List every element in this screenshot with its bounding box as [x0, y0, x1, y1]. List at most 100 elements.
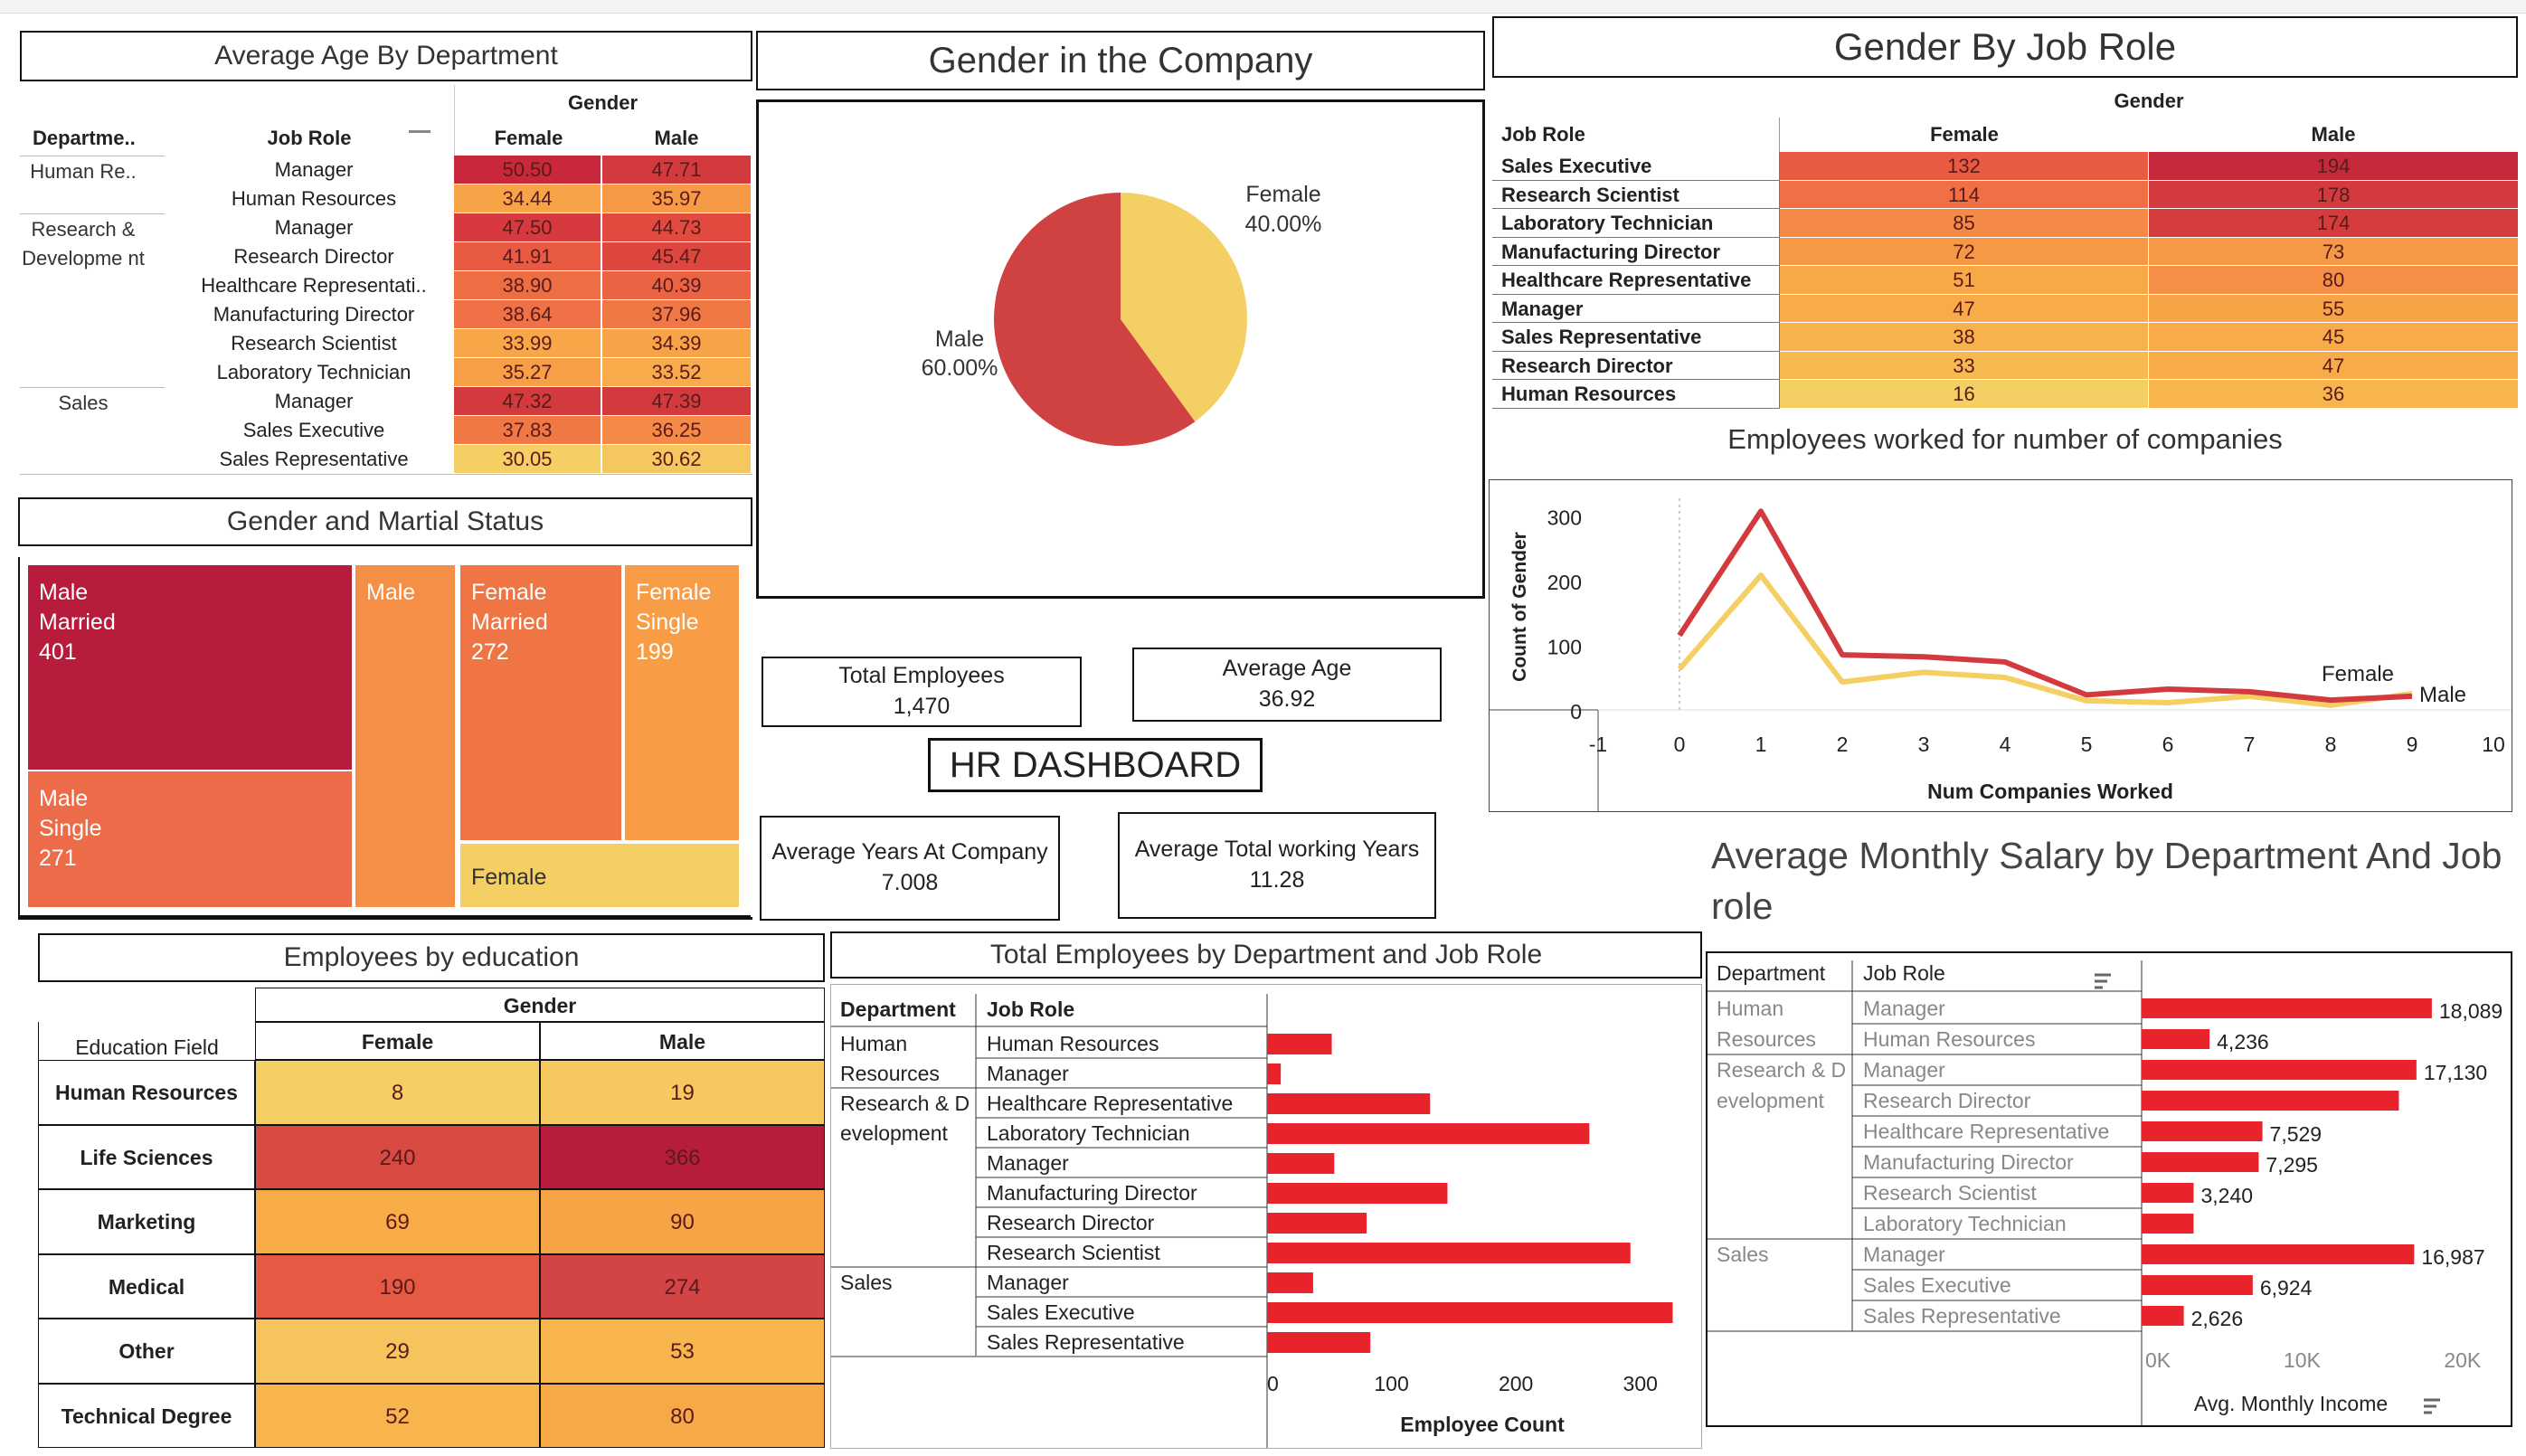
avg-age-job: Sales Executive [242, 419, 385, 441]
bar [1267, 1153, 1335, 1174]
bar-value-label: 6,924 [2260, 1276, 2313, 1300]
avg-age-male-cell: 34.39 [602, 329, 751, 358]
sort-icon [409, 130, 430, 147]
gender-marital-title: Gender and Martial Status [18, 497, 752, 546]
pie-label-female: Female [1245, 182, 1320, 207]
education-male-cell: 366 [540, 1124, 825, 1189]
avg-age-male-cell: 47.39 [602, 387, 751, 416]
x-tick-label: 9 [2407, 733, 2418, 756]
y-tick-label: 200 [1547, 571, 1582, 594]
gender-job-female-cell: 38 [1780, 323, 2149, 352]
col-job-role-header: Job Role [1863, 961, 1945, 985]
avg-age-col-department: Departme.. [33, 127, 136, 149]
gender-job-title: Gender By Job Role [1492, 16, 2518, 78]
gender-pie-chart: Female 40.00% Male 60.00% [922, 182, 1322, 446]
bar-value-label: 7,529 [2270, 1122, 2323, 1146]
department-label: Sales [840, 1271, 893, 1294]
education-col-male: Male [540, 1022, 825, 1060]
gender-job-gender-header: Gender [2114, 90, 2184, 112]
bar-value-label: 17,130 [2424, 1061, 2487, 1084]
gender-job-col-female: Female [1930, 123, 1999, 146]
col-department-header: Department [840, 997, 956, 1021]
job-role-label: Research Director [1863, 1089, 2031, 1112]
job-role-label: Sales Representative [1863, 1304, 2061, 1328]
education-table: Gender Education Field Female Male Human Res… [38, 988, 825, 1449]
treemap-bottom-rule [18, 917, 752, 920]
gender-job-role: Human Resources [1492, 380, 1780, 409]
education-field: Human Resources [38, 1060, 255, 1125]
pie-value-female: 40.00% [1245, 212, 1322, 237]
salary-title: Average Monthly Salary by Department And… [1711, 830, 2507, 939]
education-female-cell: 240 [255, 1124, 540, 1189]
x-tick-label: 2 [1837, 733, 1849, 756]
gender-job-role: Healthcare Representative [1492, 266, 1780, 295]
gender-job-role: Sales Representative [1492, 323, 1780, 352]
hr-dashboard-title-text: HR DASHBOARD [949, 744, 1242, 785]
gender-company-title: Gender in the Company [756, 31, 1485, 90]
kpi-average-age-label: Average Age [1222, 656, 1352, 682]
bar [2142, 1029, 2210, 1049]
avg-age-job: Manager [274, 158, 354, 181]
bar [2142, 1152, 2259, 1172]
avg-age-female-cell: 33.99 [454, 329, 602, 358]
avg-age-male-cell: 35.97 [602, 184, 751, 213]
gender-job-female-cell: 72 [1780, 237, 2149, 266]
x-tick-label: 300 [1623, 1372, 1658, 1395]
gender-job-role: Manufacturing Director [1492, 237, 1780, 266]
avg-age-male-cell: 37.96 [602, 300, 751, 329]
x-tick-label: 0K [2145, 1348, 2171, 1372]
bar [1267, 1332, 1371, 1353]
gender-job-role: Laboratory Technician [1492, 209, 1780, 238]
job-role-label: Human Resources [1863, 1027, 2035, 1051]
x-axis-title: Avg. Monthly Income [2194, 1392, 2388, 1415]
bar [1267, 1243, 1631, 1263]
treemap-cell-label: Single [636, 610, 699, 635]
bar [2142, 998, 2432, 1018]
treemap-cell: Male Married 401 [27, 564, 353, 771]
top-toolbar-strip [0, 0, 2526, 14]
avg-age-col-male: Male [654, 127, 699, 149]
avg-age-female-cell: 34.44 [454, 184, 602, 213]
bar [2142, 1306, 2184, 1326]
education-field: Technical Degree [38, 1383, 255, 1448]
gender-job-male-cell: 174 [2149, 209, 2518, 238]
kpi-avg-total-working: Average Total working Years 11.28 [1118, 812, 1436, 919]
education-gender-header: Gender [255, 988, 825, 1022]
avg-age-title: Average Age By Department [20, 31, 752, 81]
x-tick-label: 100 [1374, 1372, 1408, 1395]
gender-job-role: Manager [1492, 294, 1780, 323]
job-role-label: Manufacturing Director [987, 1181, 1197, 1205]
gender-job-col-job-role: Job Role [1492, 118, 1780, 152]
bar-value-label: 2,626 [2191, 1307, 2244, 1330]
table-bottom-rule [20, 474, 752, 475]
gender-job-female-cell: 33 [1780, 351, 2149, 380]
x-tick-label: 8 [2325, 733, 2337, 756]
salary-title-text: Average Monthly Salary by Department And… [1711, 835, 2502, 927]
gender-job-male-cell: 194 [2149, 152, 2518, 181]
education-field: Other [38, 1319, 255, 1384]
job-role-label: Manager [987, 1062, 1069, 1085]
avg-age-female-cell: 47.50 [454, 213, 602, 242]
gender-job-table: Gender Job Role Female Male Sales Executive 1… [1492, 83, 2518, 411]
kpi-avg-years-company-label: Average Years At Company [771, 839, 1048, 865]
companies-chart-title: Employees worked for number of companies [1492, 423, 2518, 465]
avg-age-male-cell: 44.73 [602, 213, 751, 242]
education-male-cell: 274 [540, 1253, 825, 1319]
avg-age-job: Manager [274, 216, 354, 239]
education-male-cell: 90 [540, 1189, 825, 1254]
bar [1267, 1213, 1367, 1234]
avg-age-female-cell: 38.90 [454, 271, 602, 300]
education-col-female: Female [255, 1022, 540, 1060]
avg-age-male-cell: 45.47 [602, 242, 751, 271]
bar [1267, 1034, 1332, 1054]
treemap-cell-label: Single [39, 816, 102, 841]
gender-job-female-cell: 47 [1780, 294, 2149, 323]
bar-value-label: 4,236 [2217, 1030, 2269, 1054]
gender-job-col-male: Male [2311, 123, 2356, 146]
group-divider [20, 387, 165, 388]
job-role-label: Manager [987, 1151, 1069, 1175]
department-label: Research & D [840, 1092, 970, 1115]
x-tick-label: 200 [1499, 1372, 1533, 1395]
avg-age-department: Research & Developme nt [22, 218, 145, 269]
bar [2142, 1183, 2194, 1203]
